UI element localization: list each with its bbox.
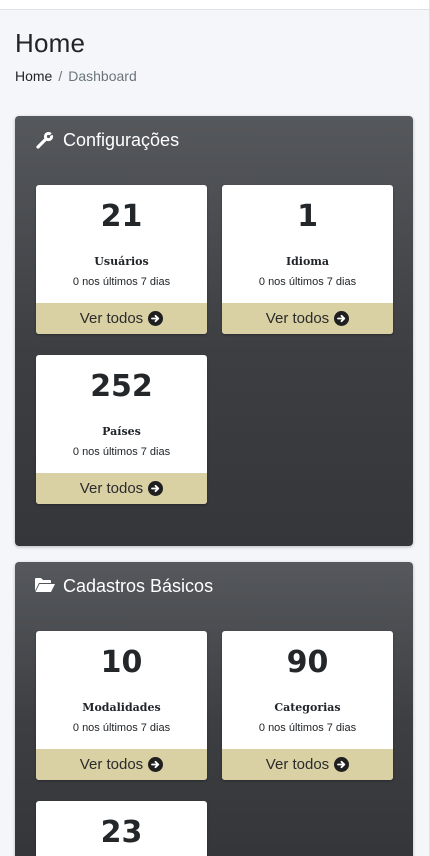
arrow-circle-right-icon — [334, 757, 350, 772]
ver-todos-button[interactable]: Ver todos — [36, 749, 207, 780]
ver-todos-button[interactable]: Ver todos — [222, 303, 393, 334]
ver-todos-button[interactable]: Ver todos — [222, 749, 393, 780]
card-count: 21 — [100, 199, 143, 234]
section-header: Cadastros Básicos — [15, 562, 413, 610]
card-subtext: 0 nos últimos 7 dias — [72, 276, 171, 288]
card-label: Idioma — [285, 255, 330, 268]
card-count: 1 — [297, 199, 318, 234]
card-partial: 23 — [36, 801, 207, 856]
card-label: Categorias — [274, 701, 341, 714]
section-configuracoes: Configurações 21 Usuários 0 nos últimos … — [15, 116, 413, 546]
section-header: Configurações — [15, 116, 413, 164]
top-navbar — [0, 0, 430, 10]
card-label: Modalidades — [82, 701, 161, 714]
arrow-circle-right-icon — [334, 311, 350, 326]
card-count: 10 — [100, 645, 143, 680]
arrow-circle-right-icon — [148, 757, 164, 772]
breadcrumb-separator: / — [58, 68, 63, 84]
card-label: Usuários — [94, 255, 149, 268]
wrench-icon — [35, 131, 55, 149]
breadcrumb: Home / Dashboard — [15, 68, 137, 84]
card-modalidades: 10 Modalidades 0 nos últimos 7 dias Ver … — [36, 631, 207, 780]
card-categorias: 90 Categorias 0 nos últimos 7 dias Ver t… — [222, 631, 393, 780]
ver-todos-button[interactable]: Ver todos — [36, 473, 207, 504]
breadcrumb-home-link[interactable]: Home — [15, 68, 52, 84]
arrow-circle-right-icon — [148, 481, 164, 496]
ver-todos-label: Ver todos — [79, 756, 144, 773]
card-paises: 252 Países 0 nos últimos 7 dias Ver todo… — [36, 355, 207, 504]
page-title: Home — [15, 28, 86, 58]
card-subtext: 0 nos últimos 7 dias — [72, 446, 171, 458]
card-usuarios: 21 Usuários 0 nos últimos 7 dias Ver tod… — [36, 185, 207, 334]
arrow-circle-right-icon — [148, 311, 164, 326]
section-title: Cadastros Básicos — [63, 575, 214, 596]
card-count: 90 — [286, 645, 329, 680]
card-label: Países — [102, 425, 141, 438]
card-subtext: 0 nos últimos 7 dias — [258, 276, 357, 288]
folder-open-icon — [35, 577, 55, 595]
breadcrumb-current: Dashboard — [68, 68, 137, 84]
ver-todos-label: Ver todos — [265, 756, 330, 773]
ver-todos-label: Ver todos — [265, 310, 330, 327]
ver-todos-label: Ver todos — [79, 310, 144, 327]
section-cadastros-basicos: Cadastros Básicos 10 Modalidades 0 nos ú… — [15, 562, 413, 856]
card-count: 23 — [100, 815, 143, 850]
ver-todos-label: Ver todos — [79, 480, 144, 497]
section-title: Configurações — [63, 129, 180, 150]
card-subtext: 0 nos últimos 7 dias — [258, 722, 357, 734]
card-count: 252 — [90, 369, 153, 404]
ver-todos-button[interactable]: Ver todos — [36, 303, 207, 334]
card-idioma: 1 Idioma 0 nos últimos 7 dias Ver todos — [222, 185, 393, 334]
card-subtext: 0 nos últimos 7 dias — [72, 722, 171, 734]
